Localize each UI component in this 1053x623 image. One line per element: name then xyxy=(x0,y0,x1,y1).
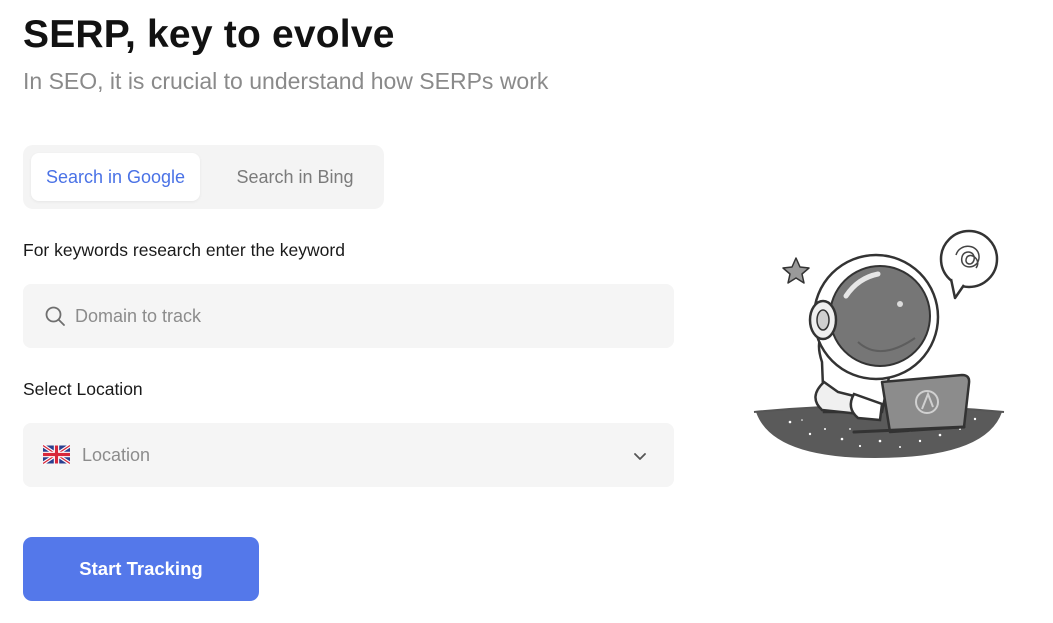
search-engine-tabs: Search in Google Search in Bing xyxy=(23,145,384,209)
tab-bing[interactable]: Search in Bing xyxy=(215,153,375,201)
location-select[interactable]: Location xyxy=(23,423,674,487)
page-title: SERP, key to evolve xyxy=(23,13,395,56)
location-placeholder: Location xyxy=(82,445,151,465)
search-icon xyxy=(45,306,65,326)
page-subtitle: In SEO, it is crucial to understand how … xyxy=(23,68,549,94)
location-label: Select Location xyxy=(23,379,143,399)
domain-input[interactable] xyxy=(75,284,655,348)
keyword-field xyxy=(23,284,674,348)
astronaut-laptop-illustration xyxy=(753,229,1005,458)
chevron-down-icon xyxy=(634,453,646,460)
tab-google[interactable]: Search in Google xyxy=(31,153,200,201)
keyword-label: For keywords research enter the keyword xyxy=(23,240,345,260)
start-tracking-button[interactable]: Start Tracking xyxy=(23,537,259,601)
uk-flag-icon xyxy=(43,444,70,465)
